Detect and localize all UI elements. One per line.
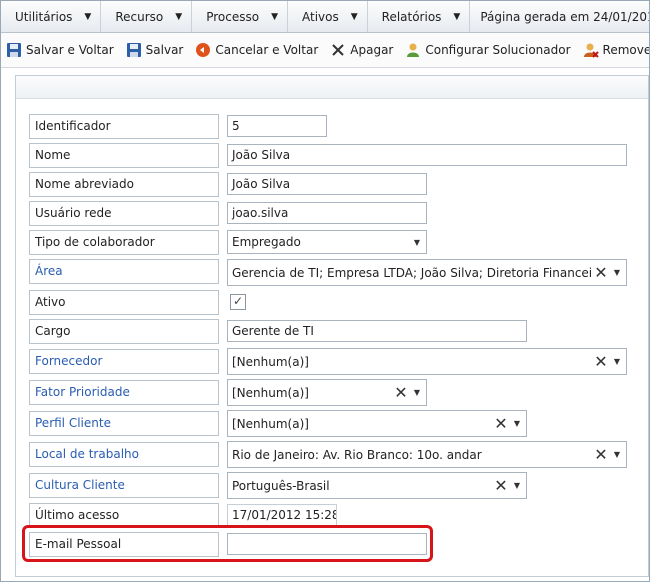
menu-label: Recurso bbox=[115, 9, 164, 24]
label-perfil-cliente[interactable]: Perfil Cliente bbox=[29, 411, 219, 436]
user-icon bbox=[405, 42, 421, 58]
identificador-field[interactable]: 5 bbox=[227, 115, 327, 137]
save-and-back-button[interactable]: Salvar e Voltar bbox=[1, 39, 119, 61]
label-usuario-rede: Usuário rede bbox=[29, 201, 219, 226]
clear-icon[interactable]: ✕ bbox=[393, 383, 409, 402]
clear-icon[interactable]: ✕ bbox=[593, 445, 609, 464]
menu-bar: Utilitários ▼ Recurso ▼ Processo ▼ Ativos ▼ … bbox=[1, 1, 649, 33]
menu-utilitarios[interactable]: Utilitários ▼ bbox=[1, 1, 102, 32]
chevron-down-icon: ▼ bbox=[175, 11, 183, 22]
label-tipo-colaborador: Tipo de colaborador bbox=[29, 230, 219, 255]
local-trabalho-select[interactable]: Rio de Janeiro: Av. Rio Branco: 10o. and… bbox=[227, 441, 627, 468]
label-fornecedor[interactable]: Fornecedor bbox=[29, 349, 219, 374]
nome-field[interactable]: João Silva bbox=[227, 144, 627, 166]
menu-relatorios[interactable]: Relatórios ▼ bbox=[368, 1, 471, 32]
ativo-checkbox[interactable]: ✓ bbox=[230, 294, 246, 310]
chevron-down-icon[interactable]: ▼ bbox=[611, 268, 623, 277]
chevron-down-icon[interactable]: ▼ bbox=[611, 450, 623, 459]
menu-recurso[interactable]: Recurso ▼ bbox=[101, 1, 193, 32]
chevron-down-icon: ▼ bbox=[84, 11, 92, 22]
chevron-down-icon[interactable]: ▼ bbox=[411, 388, 423, 397]
cancel-and-back-button[interactable]: Cancelar e Voltar bbox=[190, 39, 323, 61]
label-cultura-cliente[interactable]: Cultura Cliente bbox=[29, 473, 219, 498]
chevron-down-icon[interactable]: ▼ bbox=[411, 238, 423, 247]
fator-prioridade-select[interactable]: [Nenhum(a)] ✕ ▼ bbox=[227, 379, 427, 406]
fornecedor-select[interactable]: [Nenhum(a)] ✕ ▼ bbox=[227, 348, 627, 375]
delete-button[interactable]: Apagar bbox=[325, 39, 398, 61]
clear-icon[interactable]: ✕ bbox=[493, 476, 509, 495]
chevron-down-icon[interactable]: ▼ bbox=[511, 481, 523, 490]
panel-header bbox=[16, 76, 648, 99]
perfil-cliente-value: [Nenhum(a)] bbox=[232, 416, 309, 431]
page-generated-info: Página gerada em 24/01/2013 15 bbox=[480, 9, 649, 24]
chevron-down-icon: ▼ bbox=[271, 11, 278, 22]
configure-solver-button[interactable]: Configurar Solucionador bbox=[400, 39, 575, 61]
label-nome: Nome bbox=[29, 143, 219, 168]
save-and-back-label: Salvar e Voltar bbox=[26, 43, 114, 57]
fornecedor-value: [Nenhum(a)] bbox=[232, 354, 309, 369]
menu-label: Processo bbox=[206, 9, 260, 24]
menu-ativos[interactable]: Ativos ▼ bbox=[288, 1, 368, 32]
label-fator-prioridade[interactable]: Fator Prioridade bbox=[29, 380, 219, 405]
clear-icon[interactable]: ✕ bbox=[593, 352, 609, 371]
save-label: Salvar bbox=[145, 43, 184, 57]
ultimo-acesso-value: 17/01/2012 15:28 bbox=[227, 504, 337, 526]
local-trabalho-value: Rio de Janeiro: Av. Rio Branco: 10o. and… bbox=[232, 447, 482, 462]
cultura-cliente-value: Português-Brasil bbox=[232, 478, 330, 493]
cancel-and-back-label: Cancelar e Voltar bbox=[215, 43, 319, 57]
cultura-cliente-select[interactable]: Português-Brasil ✕ ▼ bbox=[227, 472, 527, 499]
clear-icon[interactable]: ✕ bbox=[593, 263, 609, 282]
label-ativo: Ativo bbox=[29, 290, 219, 315]
label-nome-abreviado: Nome abreviado bbox=[29, 172, 219, 197]
save-button[interactable]: Salvar bbox=[121, 39, 189, 61]
tipo-colaborador-select[interactable]: Empregado ▼ bbox=[227, 230, 427, 254]
delete-label: Apagar bbox=[350, 43, 394, 57]
label-area[interactable]: Área bbox=[29, 259, 219, 284]
clear-icon[interactable]: ✕ bbox=[493, 414, 509, 433]
menu-label: Ativos bbox=[301, 9, 339, 24]
cargo-field[interactable]: Gerente de TI bbox=[227, 320, 527, 342]
highlight-box bbox=[22, 525, 433, 562]
close-icon bbox=[330, 42, 346, 58]
menu-label: Utilitários bbox=[15, 9, 73, 24]
fator-prioridade-value: [Nenhum(a)] bbox=[232, 385, 309, 400]
remove-button[interactable]: Remove bbox=[578, 39, 649, 61]
menu-label: Relatórios bbox=[381, 9, 442, 24]
configure-solver-label: Configurar Solucionador bbox=[425, 43, 571, 57]
chevron-down-icon[interactable]: ▼ bbox=[611, 357, 623, 366]
app-window: Utilitários ▼ Recurso ▼ Processo ▼ Ativos ▼ … bbox=[0, 0, 650, 582]
label-local-trabalho[interactable]: Local de trabalho bbox=[29, 442, 219, 467]
label-cargo: Cargo bbox=[29, 319, 219, 344]
area-select[interactable]: Gerencia de TI; Empresa LTDA; João Silva… bbox=[227, 259, 627, 286]
remove-label: Remove bbox=[602, 43, 649, 57]
floppy-disk-icon bbox=[6, 42, 22, 58]
toolbar: Salvar e Voltar Salvar Cancelar e Voltar… bbox=[1, 33, 649, 68]
floppy-disk-icon bbox=[126, 42, 142, 58]
label-identificador: Identificador bbox=[29, 114, 219, 139]
chevron-down-icon: ▼ bbox=[350, 11, 358, 22]
usuario-rede-field[interactable]: joao.silva bbox=[227, 202, 427, 224]
area-value: Gerencia de TI; Empresa LTDA; João Silva… bbox=[232, 265, 593, 280]
perfil-cliente-select[interactable]: [Nenhum(a)] ✕ ▼ bbox=[227, 410, 527, 437]
chevron-down-icon[interactable]: ▼ bbox=[511, 419, 523, 428]
cancel-icon bbox=[195, 42, 211, 58]
chevron-down-icon: ▼ bbox=[453, 11, 461, 22]
remove-user-icon bbox=[583, 42, 599, 58]
nome-abreviado-field[interactable]: João Silva bbox=[227, 173, 427, 195]
menu-processo[interactable]: Processo ▼ bbox=[192, 1, 288, 32]
tipo-colaborador-value: Empregado bbox=[232, 235, 301, 249]
